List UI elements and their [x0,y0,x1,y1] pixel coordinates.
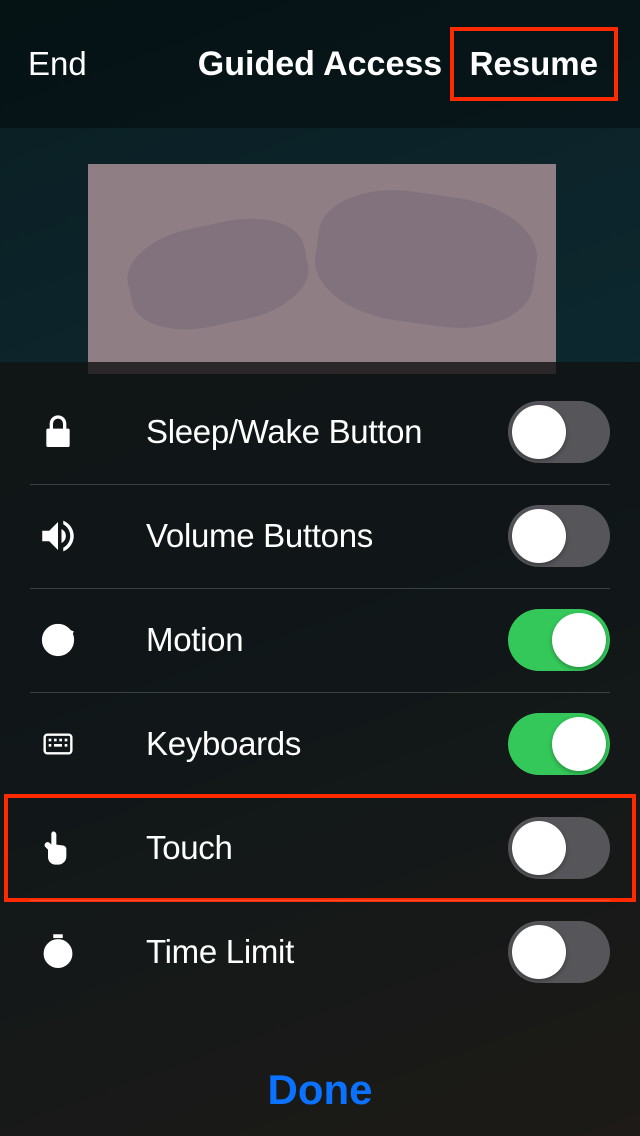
row-label: Sleep/Wake Button [86,413,508,451]
row-label: Touch [86,829,508,867]
row-label: Volume Buttons [86,517,508,555]
volume-icon [30,515,86,557]
options-panel: Sleep/Wake Button Volume Buttons Motion … [0,362,640,1136]
switch-keyboards[interactable] [508,713,610,775]
switch-motion[interactable] [508,609,610,671]
nav-bar: End Guided Access Resume [0,0,640,128]
resume-button[interactable]: Resume [450,27,618,101]
row-label: Motion [86,621,508,659]
nav-title: Guided Access [198,45,442,84]
row-sleep-wake: Sleep/Wake Button [0,380,640,484]
done-button[interactable]: Done [0,1034,640,1136]
row-keyboards: Keyboards [0,692,640,796]
motion-icon [30,619,86,661]
time-icon [30,933,86,971]
switch-touch[interactable] [508,817,610,879]
row-time-limit: Time Limit [0,900,640,1004]
lock-icon [30,412,86,452]
switch-time-limit[interactable] [508,921,610,983]
row-label: Keyboards [86,725,508,763]
options-list: Sleep/Wake Button Volume Buttons Motion … [0,362,640,1004]
row-motion: Motion [0,588,640,692]
switch-volume-buttons[interactable] [508,505,610,567]
row-label: Time Limit [86,933,508,971]
keyboard-icon [30,728,86,760]
row-volume-buttons: Volume Buttons [0,484,640,588]
end-button[interactable]: End [28,45,87,83]
switch-sleep-wake[interactable] [508,401,610,463]
row-touch: Touch [0,796,640,900]
touch-icon [30,826,86,870]
